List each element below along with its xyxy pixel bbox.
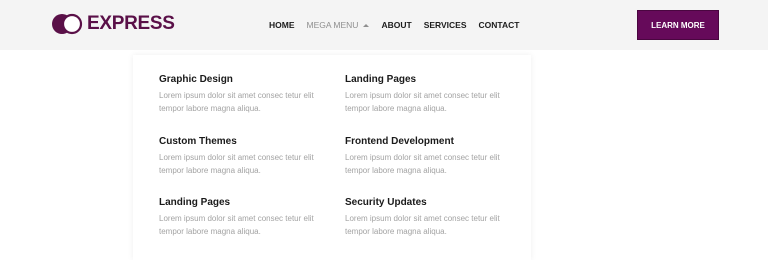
desc-line: Lorem ipsum dolor sit amet consec tetur … bbox=[159, 91, 314, 100]
nav-item-services[interactable]: SERVICES bbox=[424, 19, 467, 31]
desc-line: Lorem ipsum dolor sit amet consec tetur … bbox=[159, 214, 314, 223]
mega-menu-item-desc: Lorem ipsum dolor sit amet consec tetur … bbox=[159, 90, 339, 115]
mega-menu-item-desc: Lorem ipsum dolor sit amet consec tetur … bbox=[159, 152, 339, 177]
desc-line: tempor labore magna aliqua. bbox=[159, 165, 261, 175]
nav-item-home[interactable]: HOME bbox=[269, 19, 295, 31]
desc-line: Lorem ipsum dolor sit amet consec tetur … bbox=[345, 91, 500, 100]
mega-menu-item-desc: Lorem ipsum dolor sit amet consec tetur … bbox=[345, 152, 525, 177]
mega-menu-item[interactable]: Graphic Design Lorem ipsum dolor sit ame… bbox=[159, 73, 339, 115]
mega-menu-item[interactable]: Landing Pages Lorem ipsum dolor sit amet… bbox=[345, 73, 525, 115]
mega-menu-item-title: Landing Pages bbox=[345, 74, 417, 85]
desc-line: Lorem ipsum dolor sit amet consec tetur … bbox=[159, 153, 314, 162]
mega-menu-item-title: Frontend Development bbox=[345, 136, 454, 147]
nav-item-label: MEGA MENU bbox=[306, 20, 359, 30]
brand-name: EXPRESS bbox=[87, 13, 175, 34]
nav-item-label: SERVICES bbox=[423, 20, 467, 30]
nav-item-label: HOME bbox=[269, 20, 295, 30]
desc-line: Lorem ipsum dolor sit amet consec tetur … bbox=[345, 153, 500, 162]
nav-item-contact[interactable]: CONTACT bbox=[479, 19, 520, 31]
mega-menu-item-title: Landing Pages bbox=[159, 197, 231, 208]
caret-up-icon bbox=[363, 23, 370, 27]
mega-menu-item-desc: Lorem ipsum dolor sit amet consec tetur … bbox=[345, 90, 525, 115]
learn-more-button[interactable]: LEARN MORE bbox=[637, 10, 719, 40]
main-nav: HOME MEGA MENU ABOUT SERVICES CONTACT bbox=[269, 19, 531, 31]
desc-line: tempor labore magna aliqua. bbox=[159, 103, 261, 113]
mega-menu-item-title: Security Updates bbox=[345, 197, 427, 208]
mega-menu-item-desc: Lorem ipsum dolor sit amet consec tetur … bbox=[345, 213, 525, 238]
nav-item-about[interactable]: ABOUT bbox=[381, 19, 411, 31]
logo-circles-icon bbox=[52, 13, 83, 35]
nav-item-mega-menu[interactable]: MEGA MENU bbox=[307, 19, 370, 31]
mega-menu-panel: Graphic Design Lorem ipsum dolor sit ame… bbox=[133, 55, 531, 260]
mega-menu-item-desc: Lorem ipsum dolor sit amet consec tetur … bbox=[159, 213, 339, 238]
desc-line: tempor labore magna aliqua. bbox=[345, 226, 447, 236]
desc-line: tempor labore magna aliqua. bbox=[345, 103, 447, 113]
site-header: EXPRESS HOME MEGA MENU ABOUT SERVICES CO… bbox=[0, 0, 768, 50]
mega-menu-item-title: Graphic Design bbox=[159, 74, 233, 85]
mega-menu-item[interactable]: Frontend Development Lorem ipsum dolor s… bbox=[345, 135, 525, 177]
mega-menu-item[interactable]: Landing Pages Lorem ipsum dolor sit amet… bbox=[159, 196, 339, 238]
desc-line: tempor labore magna aliqua. bbox=[159, 226, 261, 236]
desc-line: tempor labore magna aliqua. bbox=[345, 165, 447, 175]
desc-line: Lorem ipsum dolor sit amet consec tetur … bbox=[345, 214, 500, 223]
mega-menu-item[interactable]: Custom Themes Lorem ipsum dolor sit amet… bbox=[159, 135, 339, 177]
nav-item-label: ABOUT bbox=[381, 20, 412, 30]
nav-item-label: CONTACT bbox=[478, 20, 520, 30]
mega-menu-item-title: Custom Themes bbox=[159, 136, 237, 147]
mega-menu-item[interactable]: Security Updates Lorem ipsum dolor sit a… bbox=[345, 196, 525, 238]
brand-logo[interactable]: EXPRESS bbox=[50, 12, 175, 36]
